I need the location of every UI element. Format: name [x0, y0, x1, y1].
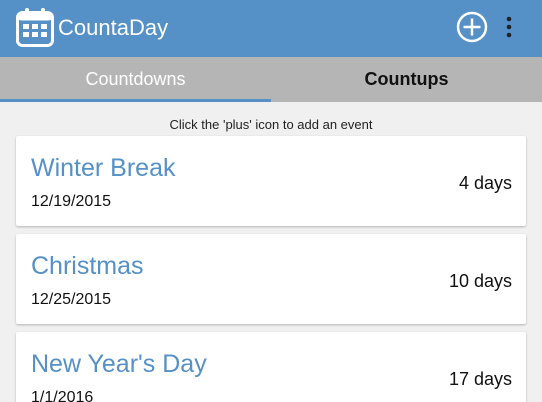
- more-options-button[interactable]: [501, 14, 517, 40]
- event-date: 12/19/2015: [31, 193, 112, 210]
- tab-indicator: [0, 99, 271, 102]
- event-card[interactable]: New Year's Day 1/1/2016 17 days: [16, 332, 526, 402]
- calendar-icon: [16, 8, 54, 47]
- add-event-button[interactable]: [456, 11, 488, 43]
- hint-text: Click the 'plus' icon to add an event: [169, 117, 373, 132]
- event-card[interactable]: Christmas 12/25/2015 10 days: [16, 234, 526, 324]
- event-name: Christmas: [31, 252, 144, 280]
- tab-countdowns[interactable]: Countdowns: [0, 57, 271, 102]
- event-name: Winter Break: [31, 154, 176, 182]
- event-days: 17 days: [448, 369, 512, 389]
- tab-countups[interactable]: Countups: [271, 57, 542, 102]
- event-name: New Year's Day: [31, 350, 207, 378]
- app-bar: CountaDay: [0, 0, 542, 57]
- event-card[interactable]: Winter Break 12/19/2015 4 days: [16, 136, 526, 226]
- event-date: 12/25/2015: [31, 291, 112, 308]
- event-days: 10 days: [448, 271, 512, 291]
- app-title: CountaDay: [58, 15, 169, 40]
- event-days: 4 days: [458, 173, 512, 193]
- event-date: 1/1/2016: [31, 389, 94, 402]
- tab-bar: Countdowns Countups: [0, 57, 542, 102]
